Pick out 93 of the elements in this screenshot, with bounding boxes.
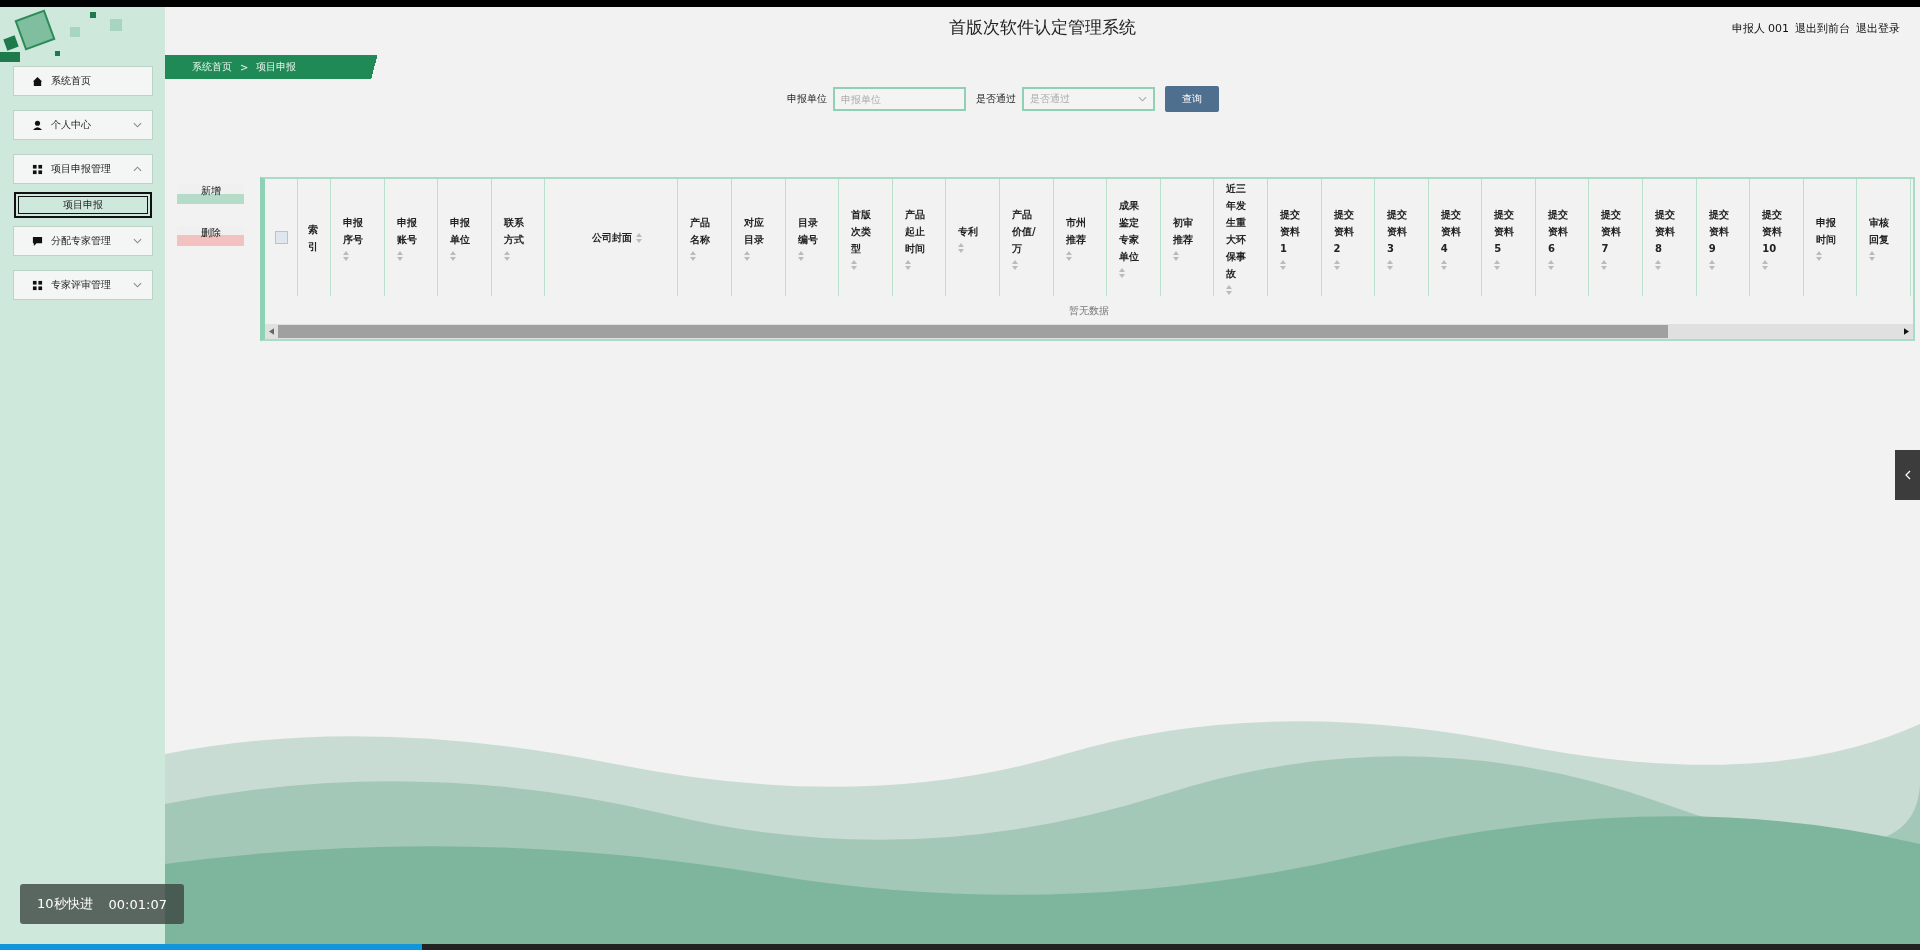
sort-icon (1655, 259, 1662, 270)
sort-icon (851, 259, 858, 270)
sort-icon (958, 242, 965, 253)
video-time: 00:01:07 (108, 896, 167, 912)
column-header[interactable]: 专利 (946, 179, 1000, 296)
column-header[interactable]: 申报序号 (331, 179, 385, 296)
breadcrumb-separator: > (240, 61, 249, 73)
column-header[interactable]: 提交资料2 (1321, 179, 1376, 296)
sort-icon (1279, 259, 1286, 270)
collapse-tab[interactable] (1895, 450, 1920, 500)
column-header[interactable]: 产品价值/万 (999, 179, 1054, 296)
column-header[interactable]: 提交资料6 (1535, 179, 1590, 296)
scroll-right-icon[interactable] (1904, 328, 1909, 335)
grid-icon (31, 279, 43, 291)
breadcrumb-link[interactable]: 项目申报 (256, 60, 297, 74)
column-header[interactable]: 申报单位 (438, 179, 492, 296)
sort-icon (904, 259, 911, 270)
column-header[interactable]: 提交资料1 (1267, 179, 1322, 296)
home-icon (31, 75, 43, 87)
submenu-item[interactable]: 项目申报 (13, 192, 152, 218)
header-link[interactable]: 申报人 001 (1731, 21, 1789, 36)
menu-item[interactable]: 项目申报管理 (12, 154, 153, 184)
field-label: 申报单位 (786, 92, 827, 106)
sort-icon (1762, 259, 1769, 270)
column-header[interactable]: 提交资料4 (1428, 179, 1483, 296)
sort-icon (1333, 259, 1340, 270)
column-header[interactable]: 市州推荐 (1053, 179, 1108, 296)
column-header[interactable]: 首版次类型 (839, 179, 893, 296)
sort-icon (450, 251, 457, 261)
empty-message: 暂无数据 (1068, 304, 1110, 318)
page-title: 首版次软件认定管理系统 (949, 15, 1136, 39)
column-header[interactable]: 公司封面 (545, 179, 679, 296)
column-header[interactable]: 申报时间 (1803, 179, 1858, 296)
sort-icon (1226, 285, 1233, 295)
menu-item[interactable]: 系统首页 (12, 66, 153, 96)
toast-text: 10秒快进 (37, 895, 93, 913)
sort-icon (1494, 259, 1501, 270)
video-progress-bar[interactable] (0, 944, 1920, 950)
column-header[interactable]: 提交资料8 (1643, 179, 1697, 296)
scroll-thumb[interactable] (278, 325, 1668, 338)
delete-button[interactable]: 删除 (177, 226, 244, 246)
sort-icon (743, 251, 750, 261)
column-header[interactable]: 提交资料9 (1696, 179, 1751, 296)
column-header[interactable]: 申报账号 (384, 179, 439, 296)
sort-icon (636, 232, 643, 243)
column-header[interactable]: 索引 (298, 179, 331, 296)
chat-icon (31, 235, 43, 247)
column-header[interactable]: 近三年发生重大环保事故 (1214, 179, 1268, 296)
sort-icon (690, 251, 697, 261)
sort-icon (797, 251, 804, 261)
sort-icon (1119, 268, 1126, 278)
column-header[interactable]: 成果鉴定专家单位 (1107, 179, 1161, 296)
user-icon (31, 119, 43, 131)
chevron-left-icon (1904, 470, 1911, 480)
sort-icon (1869, 251, 1876, 261)
sort-icon (1011, 259, 1018, 270)
column-header[interactable]: 产品名称 (678, 179, 732, 296)
sort-icon (1387, 259, 1394, 270)
column-header[interactable]: 对应目录 (731, 179, 786, 296)
header-link[interactable]: 退出登录 (1856, 21, 1900, 36)
sort-icon (1547, 259, 1554, 270)
sort-icon (1065, 251, 1072, 261)
field-label: 是否通过 (975, 92, 1016, 106)
sort-icon (1815, 251, 1822, 261)
scroll-left-icon[interactable] (269, 328, 274, 335)
sort-icon (396, 251, 403, 261)
menu-item[interactable]: 专家评审管理 (12, 270, 153, 300)
sort-icon (343, 251, 349, 261)
column-header[interactable]: 初审推荐 (1160, 179, 1215, 296)
sort-icon (1172, 251, 1179, 261)
header-link[interactable]: 退出到前台 (1795, 21, 1850, 36)
sort-icon (1601, 259, 1608, 270)
column-header[interactable]: 联系方式 (491, 179, 546, 296)
chevron-down-icon (1137, 96, 1147, 102)
column-header[interactable]: 产品起止时间 (892, 179, 947, 296)
checkbox[interactable] (274, 231, 288, 244)
input-field[interactable]: 申报单位 (832, 87, 966, 111)
column-header[interactable]: 提交资料10 (1750, 179, 1804, 296)
column-header[interactable]: 提交资料3 (1375, 179, 1429, 296)
column-header[interactable]: 提交资料5 (1482, 179, 1536, 296)
column-header[interactable]: 提交资料7 (1589, 179, 1644, 296)
column-header[interactable]: 审核回复 (1857, 179, 1912, 296)
grid-icon (31, 163, 43, 175)
scrollbar[interactable] (265, 324, 1913, 339)
column-header[interactable]: 目录编号 (785, 179, 840, 296)
breadcrumb-link[interactable]: 系统首页 (192, 60, 232, 74)
menu-item[interactable]: 分配专家管理 (12, 226, 153, 256)
search-button[interactable]: 查询 (1164, 86, 1219, 112)
sort-icon (1708, 259, 1715, 270)
add-button[interactable]: 新增 (177, 184, 244, 204)
sort-icon (503, 251, 510, 261)
menu-item[interactable]: 个人中心 (12, 110, 153, 140)
sort-icon (1440, 259, 1447, 270)
